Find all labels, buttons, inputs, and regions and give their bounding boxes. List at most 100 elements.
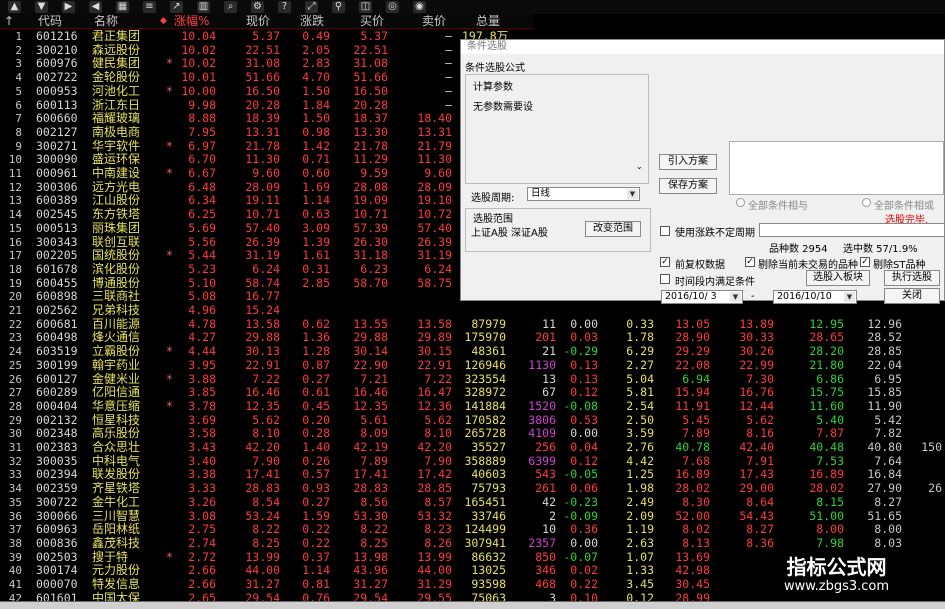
table-row[interactable]: 21 002562 兄弟科技 4.96 15.24 xyxy=(0,303,945,318)
close-button[interactable]: 关闭 xyxy=(884,288,940,304)
header-sort-arrow[interactable]: ↑ xyxy=(4,14,14,29)
change-amount: 1.40 xyxy=(302,440,330,454)
exclude-st-checkbox[interactable]: ✓ xyxy=(860,257,870,267)
radar-icon[interactable]: ◎ xyxy=(386,1,399,13)
stock-name: 兄弟科技 xyxy=(92,303,141,317)
table-row[interactable]: 24 603519 立霸股份 4.44 30.13 1.28 30.14 30.15 48361… xyxy=(0,344,945,359)
high-price: 13.89 xyxy=(739,316,774,331)
use-range-checkbox[interactable] xyxy=(660,226,670,236)
change-amount: 1.50 xyxy=(302,111,330,126)
table-row[interactable]: 23 600498 烽火通信 4.27 29.88 1.36 29.88 29.89 17597… xyxy=(0,331,945,345)
save-plan-button[interactable]: 保存方案 xyxy=(659,178,717,194)
chevron-down-icon[interactable]: ▼ xyxy=(844,292,855,302)
table-row[interactable]: 28 000404 华意压缩 3.78 12.35 0.45 12.35 12.36 14188… xyxy=(0,399,945,414)
current-price: 44.00 xyxy=(245,563,280,578)
change-range-button[interactable]: 改变范围 xyxy=(585,221,641,237)
expand-icon[interactable]: ⤢ xyxy=(305,1,318,13)
header-name[interactable]: 名称 xyxy=(94,14,118,29)
to-block-button[interactable]: 选股入板块 xyxy=(806,270,870,286)
timerange-label: 时间段内满足条件 xyxy=(675,277,755,288)
prev-close: 15.85 xyxy=(867,385,902,400)
settings-icon[interactable]: ⚙ xyxy=(251,1,264,13)
low-price: 28.20 xyxy=(809,344,844,359)
stack-icon[interactable]: ◫ xyxy=(359,1,372,13)
chevron-down-icon[interactable]: ▼ xyxy=(730,292,741,302)
turnover: 1.98 xyxy=(626,481,654,496)
header-price[interactable]: 现价 xyxy=(246,14,270,29)
bid-price: 8.56 xyxy=(360,494,388,509)
radio-all-and[interactable] xyxy=(736,198,745,207)
row-index: 41 xyxy=(8,578,22,591)
low-price: 7.87 xyxy=(816,426,844,441)
header-bid[interactable]: 买价 xyxy=(360,14,384,29)
table-row[interactable]: 37 600963 岳阳林纸 2.75 8.22 0.22 8.22 8.23 124499 10… xyxy=(0,522,945,537)
bottom-tab-bar[interactable] xyxy=(0,601,945,609)
ask-price: 8.10 xyxy=(424,426,452,441)
table-row[interactable]: 34 002359 齐星铁塔 3.33 28.83 0.93 28.83 28.85 75793… xyxy=(0,481,945,496)
row-index: 40 xyxy=(8,564,22,578)
row-index: 10 xyxy=(8,153,22,167)
table-row[interactable]: 36 300066 三川智慧 3.08 53.24 1.59 53.30 53.32 33746… xyxy=(0,509,945,524)
eye-icon[interactable]: ◉ xyxy=(413,1,426,13)
period-select[interactable]: 日线 ▼ xyxy=(527,187,640,201)
sort-indicator-icon: ◆ xyxy=(160,16,167,26)
header-ask[interactable]: 卖价 xyxy=(422,14,446,29)
turnover: 0.33 xyxy=(626,316,654,331)
change-percent: 4.96 xyxy=(188,303,216,317)
change-percent: 10.02 xyxy=(181,56,216,71)
date-to-input[interactable]: 2016/10/10 ▼ xyxy=(773,290,857,304)
execute-button[interactable]: 执行选股 xyxy=(884,270,940,286)
date-from-input[interactable]: 2016/10/ 3 ▼ xyxy=(661,290,743,304)
list-icon[interactable]: ≡ xyxy=(143,1,156,13)
header-pct[interactable]: 涨幅% xyxy=(174,14,209,29)
arrow-right-icon[interactable]: ▶ xyxy=(62,1,75,13)
filter-icon[interactable]: ⚲ xyxy=(332,1,345,13)
row-flag-marker: * xyxy=(166,371,173,386)
row-index: 13 xyxy=(8,194,22,208)
arrow-up-icon[interactable]: ▲ xyxy=(8,1,21,13)
header-chg[interactable]: 涨跌 xyxy=(300,14,324,29)
grid-icon[interactable]: ▦ xyxy=(116,1,129,13)
chevron-down-icon[interactable]: ▼ xyxy=(627,189,638,199)
table-row[interactable]: 22 600681 百川能源 4.78 13.58 0.62 13.55 13.58 87979… xyxy=(0,316,945,332)
stock-code: 002722 xyxy=(36,70,78,85)
timerange-checkbox[interactable] xyxy=(660,274,670,284)
chart-icon[interactable]: ↗ xyxy=(170,1,183,13)
table-row[interactable]: 31 002383 合众思壮 3.43 42.20 1.40 42.19 42.20 35527… xyxy=(0,440,945,455)
table-row[interactable]: 29 002132 恒星科技 3.69 5.62 0.20 5.61 5.62 170582 38… xyxy=(0,412,945,428)
stock-name: 亿阳信通 xyxy=(92,385,141,400)
low-price: 28.65 xyxy=(809,330,844,345)
ask-price: 30.15 xyxy=(417,344,452,359)
stock-code: 600660 xyxy=(36,111,78,126)
row-flag-marker: * xyxy=(166,166,173,180)
import-plan-button[interactable]: 引入方案 xyxy=(659,154,717,170)
exclude-untraded-checkbox[interactable]: ✓ xyxy=(745,257,755,267)
table-row[interactable]: 33 002394 联发股份 3.38 17.41 0.57 17.41 17.42 40603… xyxy=(0,468,945,482)
arrow-down-icon[interactable]: ▼ xyxy=(35,1,48,13)
table-row[interactable]: 26 600127 金健米业 3.88 7.22 0.27 7.21 7.22 323554 13… xyxy=(0,371,945,387)
change-percent: 3.95 xyxy=(188,357,216,372)
scroll-down-icon[interactable]: ⌄ xyxy=(636,162,643,171)
table-row[interactable]: 30 002348 高乐股份 3.58 8.10 0.28 8.09 8.10 265728 41… xyxy=(0,427,945,441)
search-icon[interactable]: ⌕ xyxy=(224,1,237,13)
change-percent: 5.44 xyxy=(188,248,216,263)
current-volume: 3806 xyxy=(528,412,556,427)
arrow-left-icon[interactable]: ◀ xyxy=(89,1,102,13)
high-price: 7.91 xyxy=(746,453,774,468)
table-row[interactable]: 35 300722 金牛化工 3.26 8.54 0.27 8.56 8.57 165451 42… xyxy=(0,494,945,510)
table-row[interactable]: 32 300035 中科电气 3.40 7.90 0.26 7.89 7.90 358889 63… xyxy=(0,453,945,469)
radio-all-or[interactable] xyxy=(862,198,871,207)
header-code[interactable]: 代码 xyxy=(38,14,62,29)
condition-list[interactable] xyxy=(729,141,944,195)
bars-icon[interactable]: ▥ xyxy=(197,1,210,13)
stock-code: 002205 xyxy=(36,248,78,263)
table-row[interactable]: 27 600289 亿阳信通 3.85 16.46 0.61 16.46 16.47 32897… xyxy=(0,385,945,400)
change-amount: 1.61 xyxy=(302,248,330,263)
current-price: 5.37 xyxy=(252,29,280,43)
help-icon[interactable]: ? xyxy=(278,1,291,13)
open-price: 30.45 xyxy=(675,577,710,591)
range-period-input[interactable] xyxy=(759,223,945,237)
table-row[interactable]: 25 300199 翰宇药业 3.95 22.91 0.87 22.90 22.91 12694… xyxy=(0,357,945,373)
prefq-checkbox[interactable]: ✓ xyxy=(660,257,670,267)
header-vol[interactable]: 总量 xyxy=(476,14,500,29)
